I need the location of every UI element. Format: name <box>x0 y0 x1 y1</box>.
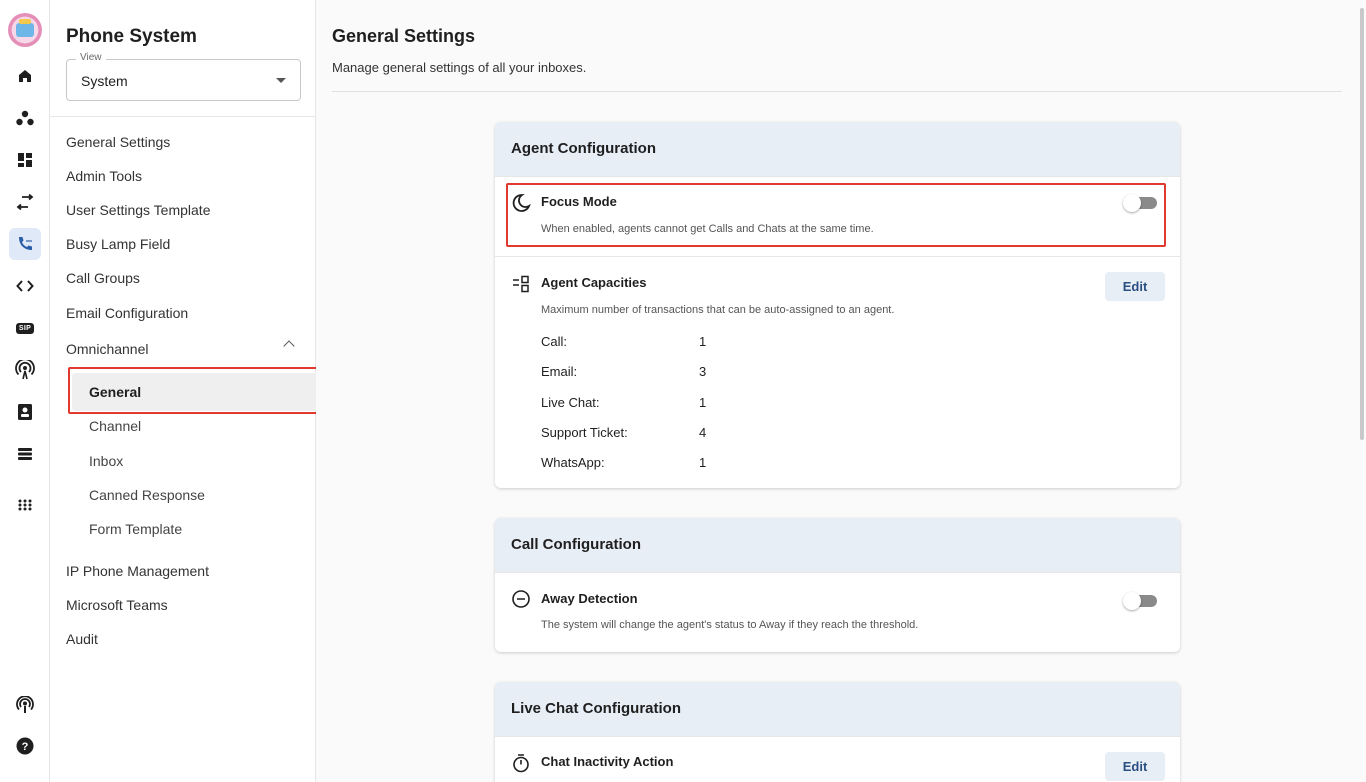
focus-mode-desc: When enabled, agents cannot get Calls an… <box>541 223 874 235</box>
agent-capacities-setting: Agent Capacities Edit Maximum number of … <box>495 256 1180 488</box>
icon-rail: SIP ? <box>0 0 50 782</box>
sidebar-item-email-configuration[interactable]: Email Configuration <box>66 305 188 321</box>
help-icon[interactable]: ? <box>9 730 41 762</box>
divider <box>50 116 315 117</box>
moon-icon <box>512 194 531 212</box>
sidebar-item-general-settings[interactable]: General Settings <box>66 134 170 150</box>
capacity-row-live-chat: Live Chat: 1 <box>541 395 707 410</box>
away-detection-title: Away Detection <box>541 591 638 606</box>
chevron-up-icon[interactable] <box>283 340 295 352</box>
phone-system-icon[interactable] <box>9 228 41 260</box>
sidebar-item-audit[interactable]: Audit <box>66 631 98 647</box>
sidebar-item-ip-phone-management[interactable]: IP Phone Management <box>66 563 209 579</box>
page-subtitle: Manage general settings of all your inbo… <box>332 60 587 75</box>
broadcast-icon[interactable] <box>9 354 41 386</box>
view-select[interactable]: View System <box>66 52 301 101</box>
dashboard-icon[interactable] <box>9 144 41 176</box>
capacity-row-whatsapp: WhatsApp: 1 <box>541 455 707 470</box>
sidebar-item-admin-tools[interactable]: Admin Tools <box>66 168 142 184</box>
chat-inactivity-edit-button[interactable]: Edit <box>1105 752 1165 781</box>
card-header: Call Configuration <box>495 518 1180 572</box>
scrollbar[interactable] <box>1360 8 1364 440</box>
live-chat-configuration-card: Live Chat Configuration Chat Inactivity … <box>495 682 1180 782</box>
secondary-sidebar: Phone System View System General Setting… <box>50 0 321 782</box>
sidebar-item-microsoft-teams[interactable]: Microsoft Teams <box>66 597 168 613</box>
sidebar-item-call-groups[interactable]: Call Groups <box>66 270 140 286</box>
agent-capacities-edit-button[interactable]: Edit <box>1105 272 1165 301</box>
main-content: General Settings Manage general settings… <box>316 0 1366 782</box>
sidebar-item-busy-lamp-field[interactable]: Busy Lamp Field <box>66 236 170 252</box>
app-root: SIP ? Phone System View System General S… <box>0 0 1366 782</box>
timer-icon <box>513 754 529 773</box>
away-detection-setting: Away Detection The system will change th… <box>495 572 1180 652</box>
sidebar-item-form-template[interactable]: Form Template <box>89 521 182 537</box>
capacity-row-support-ticket: Support Ticket: 4 <box>541 425 707 440</box>
transfer-icon[interactable] <box>9 186 41 218</box>
focus-mode-title: Focus Mode <box>541 194 617 209</box>
avatar[interactable] <box>8 13 42 47</box>
card-header: Agent Configuration <box>495 122 1180 176</box>
capacity-icon <box>513 275 529 293</box>
away-detection-desc: The system will change the agent's statu… <box>541 619 919 631</box>
apps-grid-icon[interactable] <box>9 489 41 521</box>
agent-capacities-title: Agent Capacities <box>541 275 647 290</box>
chevron-down-icon <box>276 78 286 83</box>
card-header: Live Chat Configuration <box>495 682 1180 736</box>
agent-capacities-desc: Maximum number of transactions that can … <box>541 304 895 316</box>
chat-inactivity-title: Chat Inactivity Action <box>541 754 674 769</box>
capacity-row-call: Call: 1 <box>541 334 707 349</box>
sidebar-item-user-settings-template[interactable]: User Settings Template <box>66 202 210 218</box>
list-icon[interactable] <box>9 438 41 470</box>
view-select-value: System <box>81 73 128 89</box>
sidebar-item-general[interactable]: General <box>89 384 141 400</box>
page-title: General Settings <box>332 26 476 46</box>
people-icon[interactable] <box>9 102 41 134</box>
contacts-icon[interactable] <box>9 396 41 428</box>
focus-mode-toggle[interactable] <box>1123 194 1159 212</box>
sidebar-item-canned-response[interactable]: Canned Response <box>89 487 205 503</box>
call-configuration-card: Call Configuration Away Detection The sy… <box>495 518 1180 652</box>
away-detection-toggle[interactable] <box>1123 592 1159 610</box>
home-icon[interactable] <box>9 60 41 92</box>
minus-circle-icon <box>512 590 530 608</box>
divider <box>332 91 1342 92</box>
sidebar-title: Phone System <box>66 26 197 47</box>
code-icon[interactable] <box>9 270 41 302</box>
agent-configuration-card: Agent Configuration Focus Mode When enab… <box>495 122 1180 488</box>
podcast-icon[interactable] <box>9 689 41 721</box>
sidebar-item-omnichannel[interactable]: Omnichannel <box>66 341 149 357</box>
sip-icon[interactable]: SIP <box>9 312 41 344</box>
view-select-legend: View <box>76 52 106 63</box>
focus-mode-setting: Focus Mode When enabled, agents cannot g… <box>495 176 1180 256</box>
sidebar-item-inbox[interactable]: Inbox <box>89 453 123 469</box>
capacity-row-email: Email: 3 <box>541 364 707 379</box>
sidebar-item-channel[interactable]: Channel <box>89 418 141 434</box>
svg-text:?: ? <box>22 741 29 753</box>
chat-inactivity-setting: Chat Inactivity Action Edit <box>495 736 1180 782</box>
